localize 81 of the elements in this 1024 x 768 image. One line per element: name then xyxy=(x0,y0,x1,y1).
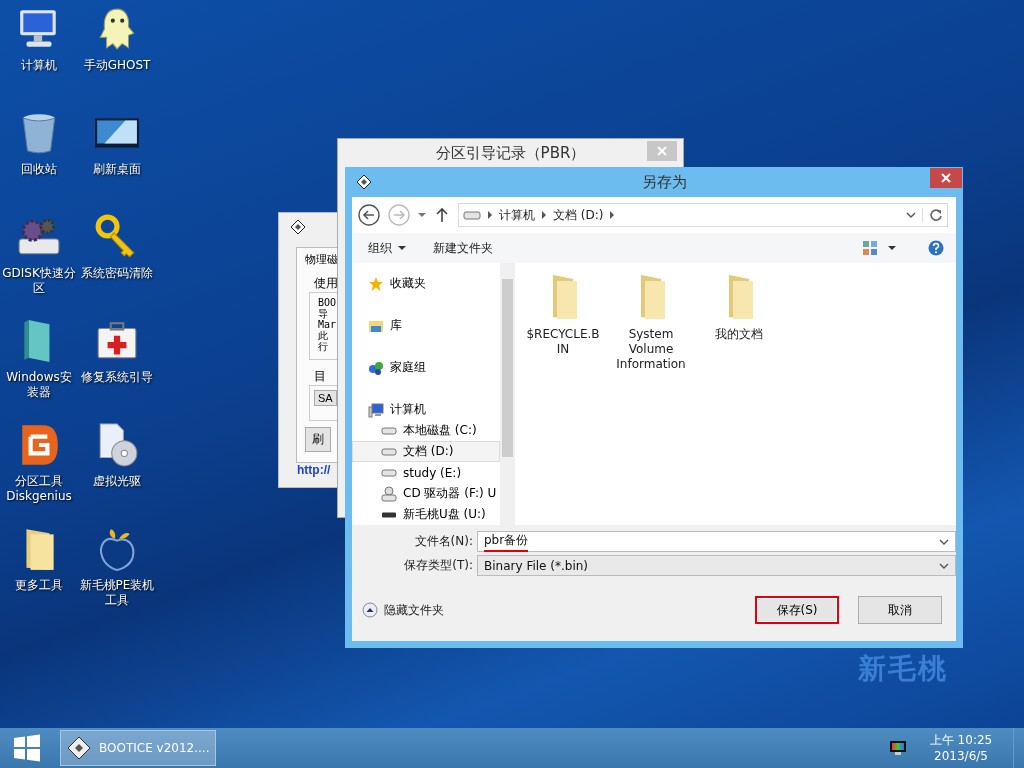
group-label: 使用 xyxy=(314,275,338,292)
refresh-icon[interactable] xyxy=(922,208,943,222)
desktop-icon-label[interactable]: 新毛桃PE装机工具 xyxy=(79,578,155,608)
start-icon[interactable] xyxy=(12,733,42,763)
nav-item[interactable]: 库 xyxy=(352,315,500,336)
organize-menu[interactable]: 组织 xyxy=(366,237,411,259)
dialog-button[interactable]: 取消 xyxy=(858,596,942,624)
text-line: 此 xyxy=(318,330,328,341)
desktop-icon-label[interactable]: 分区工具Diskgenius xyxy=(1,474,77,504)
refresh-button[interactable]: 刷 xyxy=(305,427,331,452)
display-icon[interactable] xyxy=(889,740,907,756)
desktop-icon-label[interactable]: Windows安装器 xyxy=(1,370,77,400)
dialog-title: 另存为 xyxy=(641,172,687,192)
nav-item[interactable]: CD 驱动器 (F:) U xyxy=(352,483,500,504)
help-icon[interactable] xyxy=(928,240,944,256)
file-type-dropdown[interactable]: Binary File (*.bin) xyxy=(477,555,956,576)
text-line: 行 xyxy=(318,341,328,352)
file-name[interactable]: 我的文档 xyxy=(702,327,776,342)
drive-icon xyxy=(463,210,481,220)
text-line: Mar xyxy=(318,319,337,330)
computer-icon xyxy=(368,401,384,418)
chevron-icon[interactable] xyxy=(609,211,616,219)
nav-item[interactable]: 文档 (D:) xyxy=(352,441,500,462)
desktop-icon-label[interactable]: 回收站 xyxy=(1,162,77,177)
chevron-down-icon[interactable] xyxy=(939,537,949,546)
caret-icon[interactable] xyxy=(398,244,406,252)
desktop-icon-label[interactable]: 修复系统引导 xyxy=(79,370,155,385)
file-name[interactable]: $RECYCLE.BIN xyxy=(526,327,600,357)
clock-time[interactable]: 上午 10:25 xyxy=(929,732,993,748)
homegroup-icon xyxy=(368,359,384,376)
desktop-icon-label[interactable]: 刷新桌面 xyxy=(79,162,155,177)
desktop-icon-label[interactable]: 计算机 xyxy=(1,58,77,73)
star-icon xyxy=(368,275,384,292)
nav-item[interactable]: 收藏夹 xyxy=(352,273,500,294)
scrollbar[interactable] xyxy=(500,263,515,525)
nav-item[interactable]: 本地磁盘 (C:) xyxy=(352,420,500,441)
drive-icon xyxy=(381,426,397,435)
cd-drive-icon xyxy=(381,485,397,502)
group-label: 目 xyxy=(314,368,326,385)
file-name[interactable]: System Volume Information xyxy=(614,327,688,372)
floppy-icon xyxy=(356,174,372,190)
usb-drive-icon xyxy=(381,510,397,519)
chevron-down-icon[interactable] xyxy=(906,211,916,219)
up-arrow-icon[interactable] xyxy=(436,207,448,223)
hide-folders-link[interactable]: 隐藏文件夹 xyxy=(384,601,444,619)
new-folder-button[interactable]: 新建文件夹 xyxy=(431,237,498,259)
nav-item[interactable]: 计算机 xyxy=(352,399,500,420)
window-title: 分区引导记录（PBR） xyxy=(435,143,586,163)
close-icon[interactable] xyxy=(930,168,962,188)
field-label: 文件名(N): xyxy=(413,533,473,550)
desktop-icon-label[interactable]: 更多工具 xyxy=(1,578,77,593)
desktop-icon-label[interactable]: 手动GHOST xyxy=(79,58,155,73)
clock-date[interactable]: 2013/6/5 xyxy=(934,748,988,764)
drive-icon xyxy=(381,468,397,477)
drive-icon xyxy=(381,447,397,456)
tab[interactable]: 物理磁 xyxy=(305,252,338,267)
nav-item[interactable]: 家庭组 xyxy=(352,357,500,378)
address-bar[interactable]: 计算机 文档 (D:) xyxy=(458,203,948,227)
floppy-icon xyxy=(290,219,306,235)
text-line: BOO xyxy=(318,297,337,308)
file-name-field[interactable]: pbr备份 xyxy=(477,531,956,552)
nav-item[interactable]: study (E:) xyxy=(352,462,500,483)
back-icon[interactable] xyxy=(358,204,380,226)
collapse-icon[interactable] xyxy=(362,602,378,618)
chevron-icon[interactable] xyxy=(541,211,547,219)
drive-button[interactable]: SA xyxy=(314,390,337,406)
dialog-button[interactable]: 保存(S) xyxy=(755,596,839,624)
field-label: 保存类型(T): xyxy=(403,557,473,574)
desktop-icon-label[interactable]: 虚拟光驱 xyxy=(79,474,155,489)
breadcrumb-item[interactable]: 计算机 xyxy=(499,206,535,224)
view-icon[interactable] xyxy=(862,240,878,256)
breadcrumb-item[interactable]: 文档 (D:) xyxy=(553,206,604,224)
link[interactable]: http:// xyxy=(297,463,331,477)
chevron-down-icon[interactable] xyxy=(939,561,949,570)
caret-icon[interactable] xyxy=(888,244,896,252)
chevron-icon[interactable] xyxy=(487,211,493,219)
desktop-icon-label[interactable]: 系统密码清除 xyxy=(79,266,155,281)
desktop-icon-label[interactable]: GDISK快速分区 xyxy=(1,266,77,296)
text-line: 导 xyxy=(318,308,328,319)
nav-item[interactable]: 新毛桃U盘 (U:) xyxy=(352,504,500,525)
floppy-icon xyxy=(67,736,91,760)
